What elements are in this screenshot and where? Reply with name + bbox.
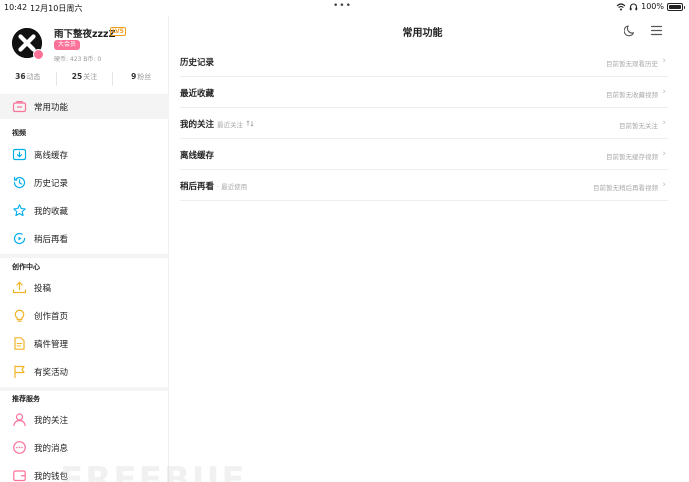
user-name: 雨下整夜zzzZ [54, 29, 116, 40]
watch-later-icon [13, 233, 26, 245]
stat-following[interactable]: 25关注 [55, 72, 113, 86]
menu-icon[interactable] [651, 25, 662, 36]
lightbulb-icon [14, 309, 25, 322]
status-bar: 10:42 12月10日周六 ••• 100% [0, 0, 689, 16]
vip-tag[interactable]: 大会员 [54, 40, 81, 50]
profile-stats: 36动态 25关注 9粉丝 [0, 72, 169, 86]
chevron-right-icon: › [662, 118, 666, 128]
moon-icon[interactable] [624, 24, 637, 37]
briefcase-icon [12, 101, 27, 113]
section-title-video: 视频 [12, 129, 26, 137]
coins-info: 硬币: 423 B币: 0 [54, 56, 102, 63]
status-date: 12月10日周六 [30, 4, 83, 13]
status-icons: 100% [616, 2, 685, 11]
battery-icon [667, 2, 685, 11]
row-status: 目前暂无稍后再看视频 [593, 184, 658, 192]
section-divider [0, 254, 169, 258]
section-title-creator: 创作中心 [12, 263, 40, 271]
section-title-services: 推荐服务 [12, 395, 40, 403]
sidebar-item-favorites[interactable]: 我的收藏 [0, 198, 169, 223]
sidebar-item-label: 我的消息 [34, 444, 69, 454]
sidebar-item-label: 常用功能 [34, 103, 69, 113]
sidebar-item-label: 历史记录 [34, 179, 69, 189]
chevron-right-icon: › [662, 149, 666, 159]
row-following[interactable]: 我的关注 最近关注 目前暂无关注 › [180, 108, 668, 139]
sidebar-item-label: 稍后再看 [34, 235, 69, 245]
history-clock-icon [13, 176, 26, 189]
sidebar-item-following[interactable]: 我的关注 [0, 407, 169, 432]
row-title: 最近收藏 [180, 89, 215, 99]
wifi-icon [616, 2, 626, 10]
upload-icon [12, 281, 27, 294]
avatar[interactable] [12, 28, 44, 60]
sidebar-item-watch-later[interactable]: 稍后再看 [0, 226, 169, 251]
sidebar-item-history[interactable]: 历史记录 [0, 170, 169, 195]
sidebar-item-upload[interactable]: 投稿 [0, 275, 169, 300]
watermark: FREEBUF [60, 460, 247, 482]
stat-fans[interactable]: 9粉丝 [112, 72, 169, 86]
chevron-right-icon: › [662, 180, 666, 190]
headphones-icon [629, 3, 638, 10]
sidebar-item-manuscript[interactable]: 稿件管理 [0, 331, 169, 356]
wallet-icon [13, 470, 26, 482]
chevron-right-icon: › [662, 56, 666, 66]
vip-badge-icon [33, 49, 44, 60]
sidebar-item-label: 我的收藏 [34, 207, 69, 217]
sidebar-item-label: 投稿 [34, 284, 52, 294]
row-title: 历史记录 [180, 58, 215, 68]
user-icon [13, 413, 26, 427]
row-status: 目前暂无缓存视频 [606, 153, 658, 161]
row-offline-cache[interactable]: 离线缓存 目前暂无缓存视频 › [180, 139, 668, 170]
document-icon [14, 337, 25, 350]
page-title: 常用功能 [402, 28, 443, 39]
sidebar-item-label: 创作首页 [34, 312, 69, 322]
sort-arrows-icon [246, 120, 254, 127]
sidebar-item-label: 有奖活动 [34, 368, 69, 378]
row-title: 稍后再看 · 最近使用 [180, 182, 248, 192]
chevron-right-icon: › [662, 87, 666, 97]
sidebar-item-common[interactable]: 常用功能 [0, 94, 169, 119]
page-header: 常用功能 [170, 16, 689, 46]
sidebar-item-offline-cache[interactable]: 离线缓存 [0, 142, 169, 167]
download-folder-icon [12, 148, 27, 161]
level-badge: LV5 [110, 27, 126, 36]
row-watch-later[interactable]: 稍后再看 · 最近使用 目前暂无稍后再看视频 › [180, 170, 668, 201]
sidebar-item-label: 离线缓存 [34, 151, 69, 161]
multitask-dots[interactable]: ••• [333, 1, 352, 11]
row-status: 目前暂无观看历史 [606, 60, 658, 68]
sidebar-item-activities[interactable]: 有奖活动 [0, 359, 169, 384]
battery-percent: 100% [641, 2, 664, 11]
profile-card[interactable]: 雨下整夜zzzZ LV5 大会员 硬币: 423 B币: 0 36动态 25关注… [0, 16, 169, 94]
row-title: 离线缓存 [180, 151, 215, 161]
row-title: 我的关注 最近关注 [180, 118, 254, 130]
sidebar-item-messages[interactable]: 我的消息 [0, 435, 169, 460]
flag-icon [14, 365, 25, 379]
sidebar-item-label: 我的关注 [34, 416, 69, 426]
row-status: 目前暂无关注 [619, 122, 658, 130]
stat-dynamics[interactable]: 36动态 [0, 72, 56, 86]
row-status: 目前暂无收藏视频 [606, 91, 658, 99]
row-history[interactable]: 历史记录 目前暂无观看历史 › [180, 46, 668, 77]
status-time: 10:42 [4, 3, 28, 12]
sidebar: 雨下整夜zzzZ LV5 大会员 硬币: 423 B币: 0 36动态 25关注… [0, 16, 169, 482]
message-bubble-icon [13, 441, 26, 454]
row-recent-favorites[interactable]: 最近收藏 目前暂无收藏视频 › [180, 77, 668, 108]
star-icon [13, 204, 26, 217]
section-divider [0, 387, 169, 391]
sidebar-item-label: 稿件管理 [34, 340, 69, 350]
sidebar-item-creator-home[interactable]: 创作首页 [0, 303, 169, 328]
